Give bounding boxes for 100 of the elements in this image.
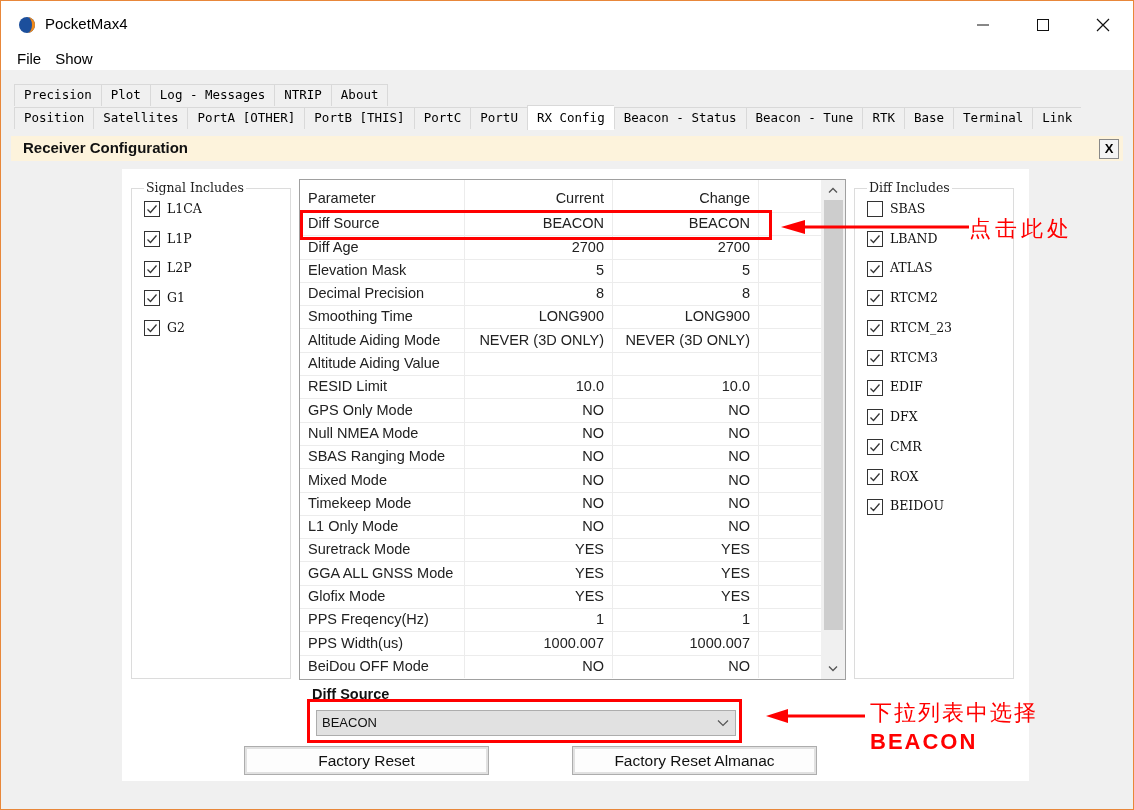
table-cell: NO — [465, 515, 613, 539]
table-cell: YES — [613, 585, 759, 609]
table-cell: NEVER (3D ONLY) — [613, 329, 759, 352]
tab[interactable]: PortA [OTHER] — [187, 107, 305, 129]
checkbox-label: RTCM_23 — [890, 318, 953, 337]
tab[interactable]: Terminal — [953, 107, 1033, 129]
tab[interactable]: Beacon - Tune — [745, 107, 863, 129]
checkbox-label: DFX — [890, 408, 918, 426]
table-cell: PPS Freqency(Hz) — [300, 609, 465, 632]
tab[interactable]: Base — [903, 107, 954, 129]
checkbox[interactable] — [867, 468, 883, 485]
table-cell: NO — [613, 492, 759, 515]
checkbox-label: CMR — [890, 437, 922, 456]
table-cell: RESID Limit — [300, 376, 465, 399]
annotation-text: 下拉列表中选择BEACON — [870, 699, 1039, 756]
reset-button[interactable]: Factory Reset Almanac — [572, 745, 817, 775]
column-header[interactable]: Change — [613, 180, 759, 212]
tab[interactable]: PortB [THIS] — [304, 107, 414, 129]
annotation-text: 点击此处 — [969, 215, 1073, 243]
table-cell: BeiDou OFF Mode — [300, 655, 465, 678]
table-cell: Timekeep Mode — [300, 492, 465, 515]
table-cell: 5 — [465, 259, 613, 282]
tab[interactable]: Plot — [100, 84, 150, 106]
tab[interactable]: PortC — [413, 107, 471, 129]
checkbox[interactable] — [867, 230, 883, 247]
check-icon — [869, 322, 881, 335]
tab[interactable]: RX Config — [526, 105, 614, 130]
checkbox-label: L2P — [167, 259, 192, 278]
checkbox-label: G1 — [167, 289, 185, 307]
table-cell: Mixed Mode — [300, 469, 465, 492]
tab[interactable]: Link — [1032, 107, 1082, 129]
table-cell: BEACON — [465, 213, 613, 236]
scrollbar[interactable] — [821, 180, 845, 679]
checkbox[interactable] — [144, 201, 160, 218]
checkbox[interactable] — [867, 260, 883, 277]
table-cell: 2700 — [465, 236, 613, 259]
close-icon — [1096, 17, 1110, 32]
table-cell: Smoothing Time — [300, 306, 465, 329]
tab[interactable]: About — [330, 84, 389, 106]
table-cell: 1 — [613, 609, 759, 632]
table-cell: PPS Width(us) — [300, 632, 465, 655]
table-cell: Altitude Aiding Mode — [300, 329, 465, 352]
tab[interactable]: Satellites — [93, 107, 188, 129]
checkbox[interactable] — [867, 498, 883, 515]
checkbox-label: EDIF — [890, 378, 923, 397]
menu-item[interactable]: Show — [55, 47, 93, 71]
minimize-icon — [977, 23, 989, 26]
column-header[interactable]: Current — [465, 180, 613, 212]
tab[interactable]: Log - Messages — [149, 84, 275, 106]
check-icon — [146, 232, 158, 245]
checkbox-label: ROX — [890, 467, 919, 486]
table-cell: 10.0 — [613, 376, 759, 399]
checkbox-label: SBAS — [890, 199, 926, 218]
checkbox[interactable] — [867, 320, 883, 337]
diff-source-dropdown[interactable]: BEACON — [316, 709, 736, 736]
check-icon — [869, 232, 881, 245]
table-cell: Decimal Precision — [300, 282, 465, 306]
scrollbar-thumb[interactable] — [823, 200, 843, 630]
table-cell: 1000.007 — [465, 632, 613, 655]
checkbox[interactable] — [144, 260, 160, 277]
table-cell: NO — [613, 445, 759, 469]
tab[interactable]: Precision — [14, 84, 101, 106]
checkbox[interactable] — [144, 230, 160, 247]
tab[interactable]: Position — [14, 107, 94, 129]
table-cell: NEVER (3D ONLY) — [465, 329, 613, 352]
menu-item[interactable]: File — [17, 47, 42, 71]
table-cell: YES — [613, 539, 759, 562]
table-cell: GGA ALL GNSS Mode — [300, 562, 465, 585]
check-icon — [869, 411, 881, 424]
tab[interactable]: RTK — [862, 107, 904, 129]
checkbox-label: BEIDOU — [890, 497, 945, 516]
close-button[interactable]: X — [1099, 138, 1119, 159]
table-cell: NO — [613, 469, 759, 492]
checkbox[interactable] — [867, 290, 883, 307]
reset-button[interactable]: Factory Reset — [244, 745, 489, 775]
tab[interactable]: Beacon - Status — [613, 107, 746, 129]
checkbox[interactable] — [144, 290, 160, 307]
table-cell: NO — [613, 422, 759, 445]
checkbox[interactable] — [867, 379, 883, 396]
table-cell: GPS Only Mode — [300, 399, 465, 422]
table-cell: BEACON — [613, 213, 759, 236]
checkbox[interactable] — [867, 439, 883, 456]
tab[interactable]: PortU — [470, 107, 527, 129]
tab[interactable]: NTRIP — [274, 84, 331, 106]
checkbox[interactable] — [867, 409, 883, 426]
table-cell: NO — [465, 445, 613, 469]
maximize-icon — [1037, 18, 1049, 31]
table-cell: 1 — [465, 609, 613, 632]
check-icon — [869, 381, 881, 394]
checkbox[interactable] — [144, 320, 160, 337]
table-cell: NO — [465, 492, 613, 515]
checkbox[interactable] — [867, 201, 883, 218]
check-icon — [869, 292, 881, 305]
column-header[interactable]: Parameter — [300, 180, 465, 212]
check-icon — [869, 500, 881, 513]
table-cell: Glofix Mode — [300, 585, 465, 609]
field-label: Diff Source — [312, 685, 391, 704]
checkbox[interactable] — [867, 349, 883, 366]
check-icon — [869, 441, 881, 454]
table-cell: 10.0 — [465, 376, 613, 399]
